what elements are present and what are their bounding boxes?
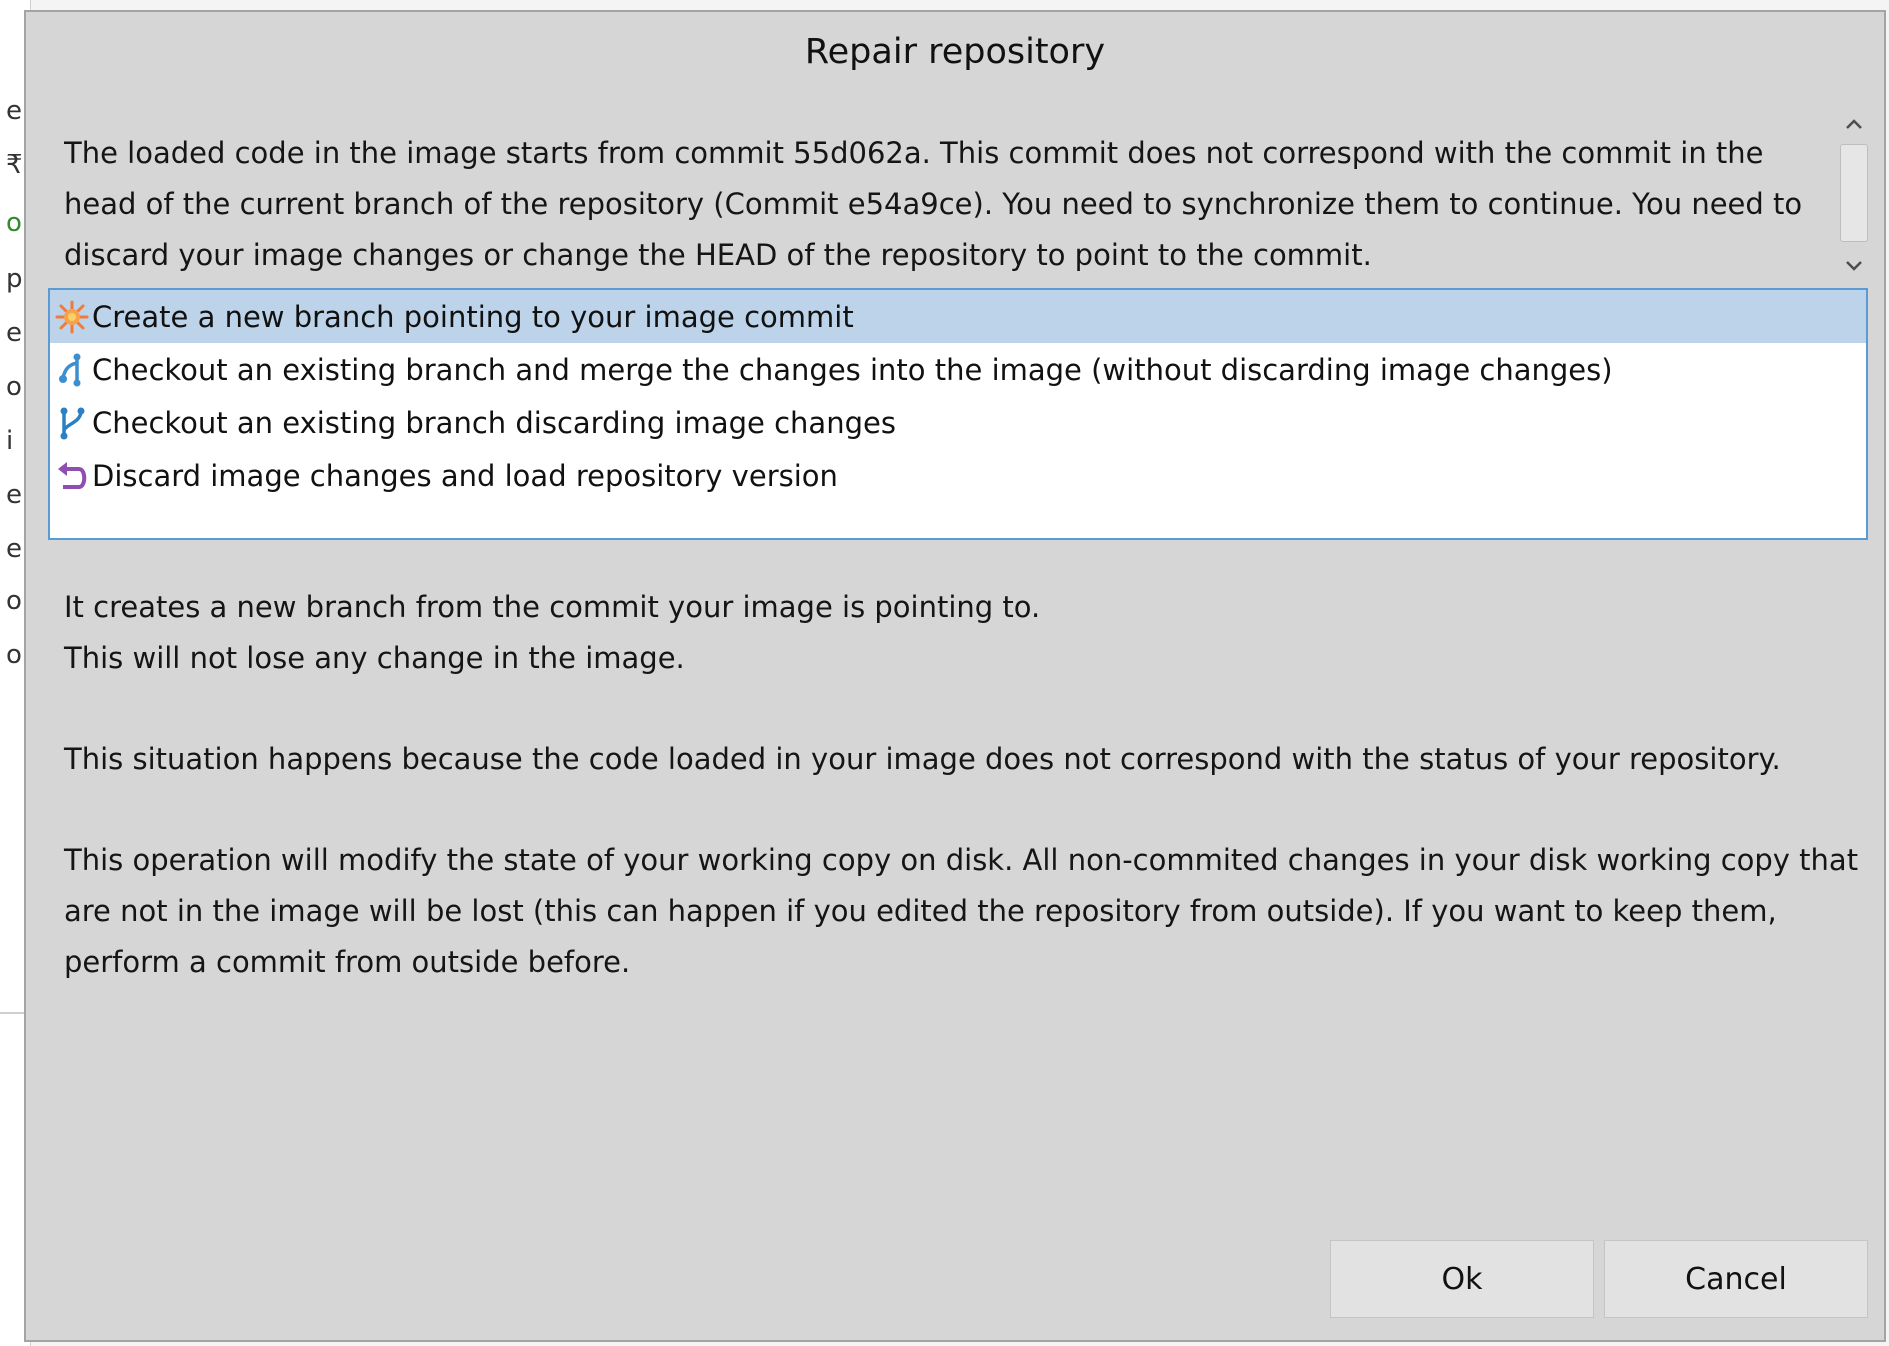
background-text-fragment: i	[6, 426, 14, 456]
undo-icon	[54, 458, 90, 494]
background-text-fragment: e	[6, 318, 22, 348]
description-paragraph: This situation happens because the code …	[64, 742, 1781, 776]
cancel-button[interactable]: Cancel	[1604, 1240, 1868, 1318]
option-checkout-discard[interactable]: Checkout an existing branch discarding i…	[50, 396, 1866, 449]
background-text-fragment: o	[6, 208, 22, 238]
dialog-title: Repair repository	[804, 32, 1106, 72]
option-discard-load[interactable]: Discard image changes and load repositor…	[50, 449, 1866, 502]
background-text-fragment: e	[6, 534, 22, 564]
background-text-fragment: o	[6, 640, 22, 670]
repair-repository-dialog: Repair repository The loaded code in the…	[24, 10, 1886, 1342]
description-paragraph: It creates a new branch from the commit …	[64, 582, 1864, 684]
description-paragraph: This operation will modify the state of …	[64, 843, 1859, 979]
option-description: It creates a new branch from the commit …	[64, 582, 1864, 1038]
repair-options-list[interactable]: Create a new branch pointing to your ima…	[48, 288, 1868, 540]
option-label: Checkout an existing branch and merge th…	[92, 352, 1613, 387]
option-create-new-branch[interactable]: Create a new branch pointing to your ima…	[50, 290, 1866, 343]
background-text-fragment: o	[6, 372, 22, 402]
background-text-fragment: e	[6, 96, 22, 126]
option-checkout-merge[interactable]: Checkout an existing branch and merge th…	[50, 343, 1866, 396]
message-scrollbar[interactable]	[1834, 108, 1874, 286]
background-text-fragment: o	[6, 586, 22, 616]
dialog-message: The loaded code in the image starts from…	[64, 136, 1803, 272]
option-label: Create a new branch pointing to your ima…	[92, 299, 854, 334]
description-line: It creates a new branch from the commit …	[64, 590, 1041, 624]
background-text-fragment: p	[6, 264, 23, 294]
option-label: Checkout an existing branch discarding i…	[92, 405, 896, 440]
background-text-fragment: e	[6, 480, 22, 510]
description-line: This will not lose any change in the ima…	[64, 641, 685, 675]
scroll-down-icon[interactable]	[1842, 254, 1866, 278]
scroll-up-icon[interactable]	[1842, 112, 1866, 136]
scroll-thumb[interactable]	[1840, 144, 1868, 242]
merge-icon	[54, 352, 90, 388]
ok-button[interactable]: Ok	[1330, 1240, 1594, 1318]
option-label: Discard image changes and load repositor…	[92, 458, 838, 493]
new-branch-icon	[54, 299, 90, 335]
branch-icon	[54, 405, 90, 441]
